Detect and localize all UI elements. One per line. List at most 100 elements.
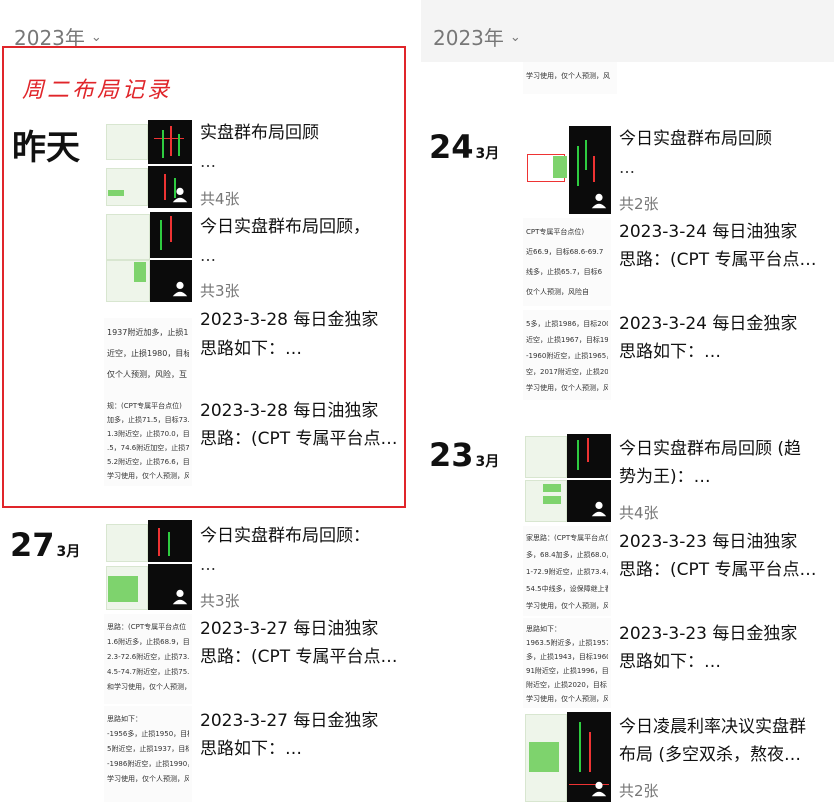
thumb-text-line: .5，74.6附近加空，止损74.95,: [107, 444, 189, 452]
thumb-text-line: 2.3-72.6附近空，止损73.0，: [107, 653, 189, 661]
post-title-line2[interactable]: 思路：(CPT 专属平台点…: [619, 247, 817, 274]
post-title-line1[interactable]: 2023-3-28 每日金独家: [200, 307, 378, 334]
post-ellipsis: …: [200, 555, 216, 574]
image-count: 共3张: [200, 592, 240, 610]
thumb-text-line: CPT专属平台点位): [526, 228, 585, 236]
user-icon: [590, 500, 608, 518]
post-thumbnail[interactable]: [104, 520, 192, 610]
post-thumbnail[interactable]: 规：(CPT专属平台点位) 加多，止损71.5，目标73.0-74.0 1.3附…: [104, 396, 192, 486]
thumb-text-line: 仅个人预测，风险，互: [107, 370, 187, 379]
day-label: 27 3月: [10, 526, 80, 564]
thumb-text-line: 4.5-74.7附近空，止损75.1，: [107, 668, 189, 676]
post-title-line2[interactable]: 布局 (多空双杀，熬夜…: [619, 742, 801, 769]
thumb-text-line: 思路如下：: [107, 715, 142, 723]
thumb-text-line: 学习使用，仅个人预测，风: [107, 775, 189, 783]
post-title-line1[interactable]: 2023-3-23 每日金独家: [619, 621, 797, 648]
thumb-text-line: 学习使用，仅个人预测，风险: [526, 384, 608, 392]
day-month: 3月: [56, 544, 81, 560]
user-icon: [171, 186, 189, 204]
post-thumbnail[interactable]: 1937附近加多，止损19 近空，止损1980，目标1 仅个人预测，风险，互: [104, 318, 192, 396]
post-title-line2[interactable]: 思路：(CPT 专属平台点…: [200, 644, 398, 671]
thumb-text-line: 近66.9，目标68.6-69.7: [526, 248, 604, 256]
chevron-down-icon: ⌄: [509, 30, 521, 45]
post-ellipsis: …: [619, 158, 635, 177]
post-title-line2[interactable]: 思路如下：…: [200, 336, 302, 363]
thumb-text-line: -1960附近空，止损1965，目标1: [526, 352, 608, 360]
post-title-line2[interactable]: 思路：(CPT 专属平台点…: [200, 426, 398, 453]
post-thumbnail[interactable]: 5多，止损1986，目标2005-2015 近空，止损1967，目标1980-1…: [523, 310, 611, 400]
post-title-line1[interactable]: 2023-3-24 每日金独家: [619, 311, 797, 338]
post-ellipsis: …: [200, 152, 216, 171]
chevron-down-icon: ⌄: [90, 30, 102, 45]
year-selector[interactable]: 2023年 ⌄: [433, 22, 521, 51]
thumb-text-line: 附近空，止损2020，目标: [526, 681, 607, 689]
thumb-text-line: 仅个人预测，风险自: [526, 288, 589, 296]
post-title-line1[interactable]: 今日凌晨利率决议实盘群: [619, 714, 806, 741]
post-title-line2[interactable]: 思路如下：…: [619, 339, 721, 366]
right-column: 2023年 ⌄ 学习使用，仅个人预测，风 24 3月 今日实盘群布局回顾 … 共2…: [421, 0, 834, 806]
thumb-text-line: 近空，止损1967，目标1980-1: [526, 336, 608, 344]
thumb-text-line: 学习使用，仅个人预测，风: [526, 72, 610, 80]
day-number: 27: [10, 526, 55, 564]
post-thumbnail[interactable]: 思路如下： -1956多，止损1950，目标1 5附近空，止损1937，目标1 …: [104, 706, 192, 802]
thumb-text-line: 加多，止损71.5，目标73.0-74.0: [107, 416, 189, 424]
image-count: 共4张: [200, 190, 240, 208]
post-title-line1[interactable]: 2023-3-23 每日油独家: [619, 529, 797, 556]
thumb-text-line: 思路：(CPT专属平台点位: [107, 623, 187, 631]
post-title[interactable]: 实盘群布局回顾: [200, 120, 319, 147]
post-thumbnail[interactable]: 家思路：(CPT专属平台点位 多，68.4加多，止损68.0，目 1-72.9附…: [523, 526, 611, 616]
thumb-text-line: 5.2附近空，止损76.6，目标74.8-7: [107, 458, 189, 466]
thumb-text-line: 54.5中线多，设保障继上看65: [526, 585, 608, 593]
post-title[interactable]: 今日实盘群布局回顾: [619, 126, 772, 153]
thumb-text-line: 和学习使用，仅个人预测，风: [107, 683, 189, 691]
post-title-line1[interactable]: 2023-3-27 每日油独家: [200, 616, 378, 643]
post-title-line1[interactable]: 2023-3-28 每日油独家: [200, 398, 378, 425]
left-column: 2023年 ⌄ 周二布局记录 昨天 实盘群布局回顾 … 共4张 今日实盘群布局回…: [0, 0, 415, 806]
day-number: 24: [429, 128, 474, 166]
thumb-text-line: 1937附近加多，止损19: [107, 328, 189, 337]
post-thumbnail[interactable]: 思路：(CPT专属平台点位 1.6附近多，止损68.9，目标 2.3-72.6附…: [104, 614, 192, 704]
thumb-text-line: 家思路：(CPT专属平台点位: [526, 534, 608, 542]
thumb-text-line: 5附近空，止损1937，目标1: [107, 745, 189, 753]
thumb-text-line: 1963.5附近多，止损1957，目: [526, 639, 608, 647]
post-title[interactable]: 今日实盘群布局回顾：: [200, 523, 370, 550]
post-title-line2[interactable]: 思路如下：…: [619, 649, 721, 676]
post-thumbnail[interactable]: [523, 126, 611, 214]
post-thumbnail[interactable]: 学习使用，仅个人预测，风: [523, 62, 617, 94]
thumb-text-line: 1.6附近多，止损68.9，目标: [107, 638, 189, 646]
thumb-text-line: -1986附近空，止损1990，目: [107, 760, 189, 768]
post-thumbnail[interactable]: 思路如下： 1963.5附近多，止损1957，目 多，止损1943，目标1960…: [523, 618, 611, 708]
thumb-text-line: 学习使用，仅个人预测，风险: [107, 472, 189, 480]
day-label: 23 3月: [429, 436, 499, 474]
user-icon: [171, 280, 189, 298]
thumb-text-line: 学习使用，仅个人预测，风险: [526, 602, 608, 610]
post-title-line1[interactable]: 2023-3-24 每日油独家: [619, 219, 797, 246]
post-thumbnail[interactable]: [104, 120, 192, 208]
user-icon: [590, 192, 608, 210]
image-count: 共4张: [619, 504, 659, 522]
annotation-text: 周二布局记录: [22, 78, 173, 103]
post-thumbnail[interactable]: [523, 712, 611, 802]
post-thumbnail[interactable]: [104, 212, 192, 302]
post-title-line1[interactable]: 2023-3-27 每日金独家: [200, 708, 378, 735]
thumb-text-line: 思路如下：: [526, 625, 561, 633]
post-title-line1[interactable]: 今日实盘群布局回顾 (趋: [619, 436, 801, 463]
post-title-line2[interactable]: 思路：(CPT 专属平台点…: [619, 557, 817, 584]
thumb-text-line: 空，2017附近空，止损2023，目: [526, 368, 608, 376]
user-icon: [590, 780, 608, 798]
post-title[interactable]: 今日实盘群布局回顾，: [200, 214, 370, 241]
image-count: 共2张: [619, 782, 659, 800]
post-title-line2[interactable]: 思路如下：…: [200, 736, 302, 763]
day-month: 3月: [475, 454, 500, 470]
thumb-text-line: 1-72.9附近空，止损73.4，目: [526, 568, 608, 576]
post-title-line2[interactable]: 势为王)：…: [619, 464, 711, 491]
post-thumbnail[interactable]: CPT专属平台点位) 近66.9，目标68.6-69.7 线多，止损65.7，目…: [523, 218, 611, 306]
user-icon: [171, 588, 189, 606]
day-label-yesterday: 昨天: [12, 128, 80, 168]
thumb-text-line: 近空，止损1980，目标1: [107, 349, 189, 358]
day-label: 24 3月: [429, 128, 499, 166]
thumb-text-line: 多，68.4加多，止损68.0，目: [526, 551, 608, 559]
thumb-text-line: 规：(CPT专属平台点位): [107, 402, 182, 410]
thumb-text-line: 91附近空，止损1996，目标: [526, 667, 608, 675]
post-thumbnail[interactable]: [523, 434, 611, 522]
